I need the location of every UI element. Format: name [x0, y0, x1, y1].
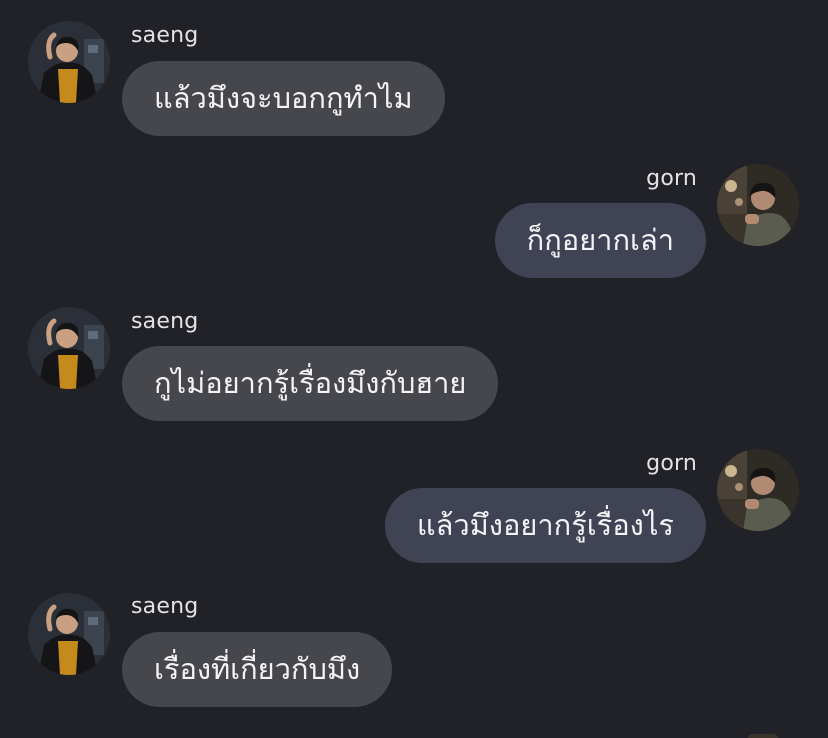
message-incoming: saeng เรื่องที่เกี่ยวกับมึง [0, 0, 828, 720]
message-bubble[interactable]: เรื่องที่เกี่ยวกับมึง [122, 632, 393, 707]
gorn-avatar-icon [748, 734, 778, 738]
sender-name: saeng [131, 594, 199, 619]
saeng-avatar-icon[interactable] [28, 593, 110, 675]
chat-thread: saeng แล้วมึงจะบอกกูทำไม gorn ก็กูอยากเล… [0, 0, 828, 738]
